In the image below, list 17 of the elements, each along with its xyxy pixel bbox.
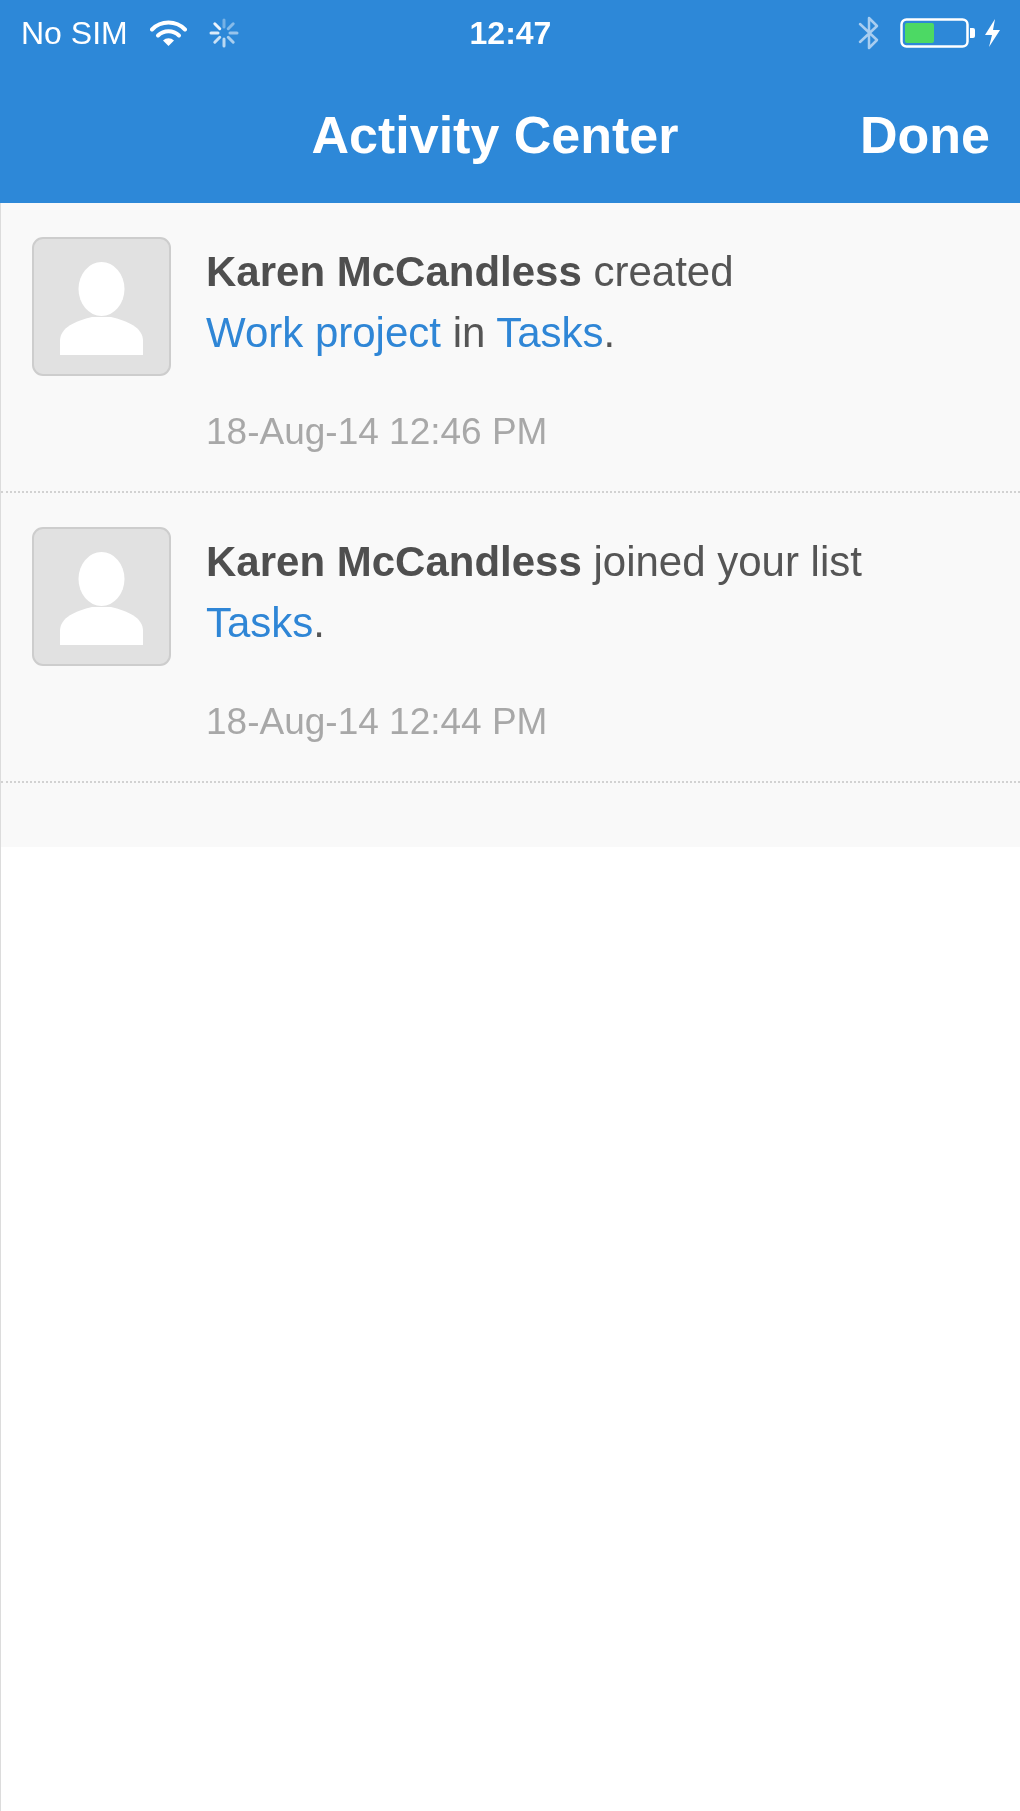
user-silhouette-icon: [32, 527, 171, 666]
activity-timestamp: 18-Aug-14 12:44 PM: [206, 700, 549, 744]
battery-icon: [900, 18, 976, 48]
activity-message: Karen McCandless joined your list Tasks.: [206, 537, 863, 648]
activity-link[interactable]: Tasks: [206, 599, 314, 646]
activity-link[interactable]: Tasks: [496, 309, 604, 356]
charging-bolt-icon: [985, 19, 1000, 47]
user-silhouette-icon: [32, 237, 171, 376]
activity-timestamp: 18-Aug-14 12:46 PM: [206, 410, 549, 454]
clock-time: 12:47: [469, 17, 552, 49]
carrier-label: No SIM: [21, 17, 128, 49]
bluetooth-icon: [857, 14, 881, 52]
loading-spinner-icon: [208, 18, 239, 48]
activity-link[interactable]: Work project: [206, 309, 441, 356]
done-button[interactable]: Done: [860, 108, 990, 161]
activity-message: Karen McCandless created Work project in Tasks.: [206, 247, 735, 358]
wifi-icon: [149, 19, 187, 47]
